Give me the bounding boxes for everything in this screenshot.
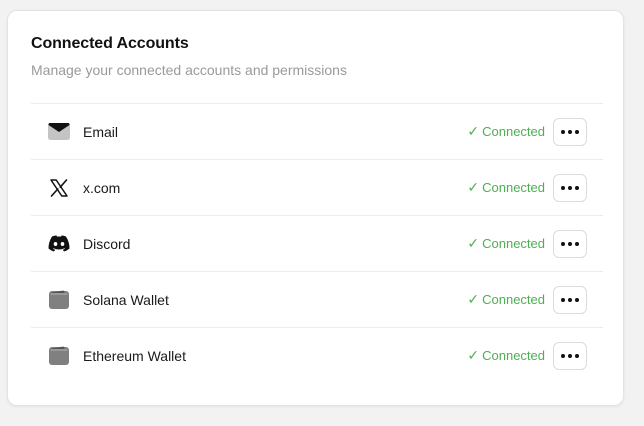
account-name: Ethereum Wallet	[83, 347, 186, 364]
card-subtitle: Manage your connected accounts and permi…	[31, 62, 347, 78]
status-badge: ✓ Connected	[467, 179, 545, 196]
more-options-button[interactable]	[553, 173, 587, 202]
discord-icon	[48, 233, 70, 255]
status-label: Connected	[482, 236, 545, 251]
ellipsis-icon	[561, 129, 579, 134]
envelope-icon	[48, 121, 70, 143]
check-icon: ✓	[467, 123, 480, 139]
account-name: Discord	[83, 235, 131, 252]
more-options-button[interactable]	[553, 341, 587, 370]
accounts-list: Email ✓ Connected x.com ✓ Connected Disc…	[31, 103, 603, 383]
status-label: Connected	[482, 180, 545, 195]
more-options-button[interactable]	[553, 229, 587, 258]
ellipsis-icon	[561, 185, 579, 190]
account-name: Email	[83, 123, 119, 140]
status-badge: ✓ Connected	[467, 235, 545, 252]
check-icon: ✓	[467, 291, 480, 307]
ellipsis-icon	[561, 241, 579, 246]
ellipsis-icon	[561, 353, 579, 358]
account-name: x.com	[83, 179, 121, 196]
status-badge: ✓ Connected	[467, 123, 545, 140]
account-row-email: Email ✓ Connected	[31, 104, 603, 160]
check-icon: ✓	[467, 179, 480, 195]
status-label: Connected	[482, 348, 545, 363]
account-row-x: x.com ✓ Connected	[31, 160, 603, 216]
ellipsis-icon	[561, 297, 579, 302]
card-title: Connected Accounts	[31, 35, 189, 52]
status-badge: ✓ Connected	[467, 347, 545, 364]
account-row-discord: Discord ✓ Connected	[31, 216, 603, 272]
status-badge: ✓ Connected	[467, 291, 545, 308]
more-options-button[interactable]	[553, 285, 587, 314]
check-icon: ✓	[467, 347, 480, 363]
account-name: Solana Wallet	[83, 291, 169, 308]
wallet-icon	[48, 345, 70, 367]
account-row-solana-wallet: Solana Wallet ✓ Connected	[31, 272, 603, 328]
check-icon: ✓	[467, 235, 480, 251]
status-label: Connected	[482, 124, 545, 139]
more-options-button[interactable]	[553, 117, 587, 146]
connected-accounts-card: Connected Accounts Manage your connected…	[7, 10, 624, 406]
status-label: Connected	[482, 292, 545, 307]
account-row-ethereum-wallet: Ethereum Wallet ✓ Connected	[31, 328, 603, 383]
wallet-icon	[48, 289, 70, 311]
x-logo-icon	[48, 177, 70, 199]
